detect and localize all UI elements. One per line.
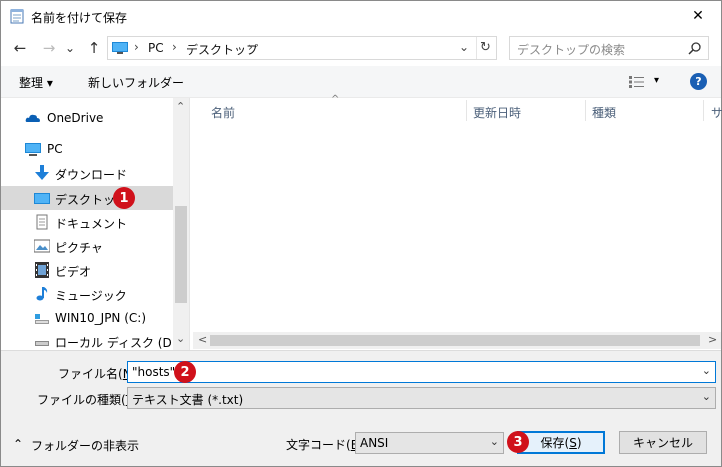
sidebar-item-label: ミュージック [55, 289, 127, 303]
video-icon [35, 262, 49, 278]
scroll-right-icon[interactable]: > [708, 333, 717, 346]
filename-value: "hosts" [132, 365, 176, 379]
title-bar: 名前を付けて保存 ✕ [1, 1, 721, 31]
search-placeholder: デスクトップの検索 [517, 43, 626, 57]
cancel-button[interactable]: キャンセル [619, 431, 707, 454]
save-options-panel: ファイル名(N): "hosts" ⌄ 2 ファイルの種類(T): テキスト文書… [1, 350, 721, 466]
chevron-down-icon: ⌄ [64, 41, 76, 55]
sidebar-item-label: ビデオ [55, 265, 92, 279]
recent-locations-button[interactable]: ⌄ [63, 37, 77, 59]
sidebar-scroll-thumb[interactable] [175, 206, 187, 303]
breadcrumb-pc[interactable]: PC [148, 41, 164, 55]
chevron-up-icon: ⌃ [13, 437, 24, 451]
navigation-bar: ← → ⌄ ↑ › PC › デスクトップ › ⌄ ↻ デスクトップの検索 [1, 34, 721, 64]
back-arrow-icon: ← [13, 39, 27, 57]
sidebar-item-label: PC [47, 142, 63, 156]
filename-input[interactable]: "hosts" ⌄ [127, 361, 716, 383]
sidebar-item-desktop[interactable]: デスクトップ 1 [1, 186, 173, 210]
encoding-select[interactable]: ANSI ⌄ [355, 432, 504, 454]
drive-icon [35, 341, 49, 346]
forward-arrow-icon: → [42, 39, 56, 57]
sidebar-item-pc[interactable]: PC [1, 137, 173, 161]
navigation-pane: OneDrive PC ダウンロード デスクトップ 1 ドキュメント ピクチャ … [1, 98, 189, 350]
sidebar-item-videos[interactable]: ビデオ [1, 258, 173, 282]
sidebar-item-label: ローカル ディスク (D:) [55, 336, 181, 350]
notepad-icon [10, 9, 24, 24]
refresh-icon[interactable]: ↻ [480, 40, 491, 55]
hide-folders-label: フォルダーの非表示 [31, 439, 140, 453]
back-button[interactable]: ← [9, 37, 31, 59]
address-bar[interactable]: › PC › デスクトップ › ⌄ ↻ [107, 36, 497, 60]
save-as-dialog: 名前を付けて保存 ✕ ← → ⌄ ↑ › PC › デスクトップ › ⌄ ↻ デ… [0, 0, 722, 467]
scroll-left-icon[interactable]: < [198, 333, 207, 346]
step-badge-3: 3 [507, 431, 529, 453]
sidebar-scrollbar[interactable]: ⌃ ⌄ [173, 98, 189, 350]
sidebar-item-onedrive[interactable]: OneDrive [1, 106, 173, 130]
horizontal-scrollbar[interactable]: < > [193, 332, 721, 349]
encoding-value: ANSI [360, 436, 389, 450]
chevron-down-icon: ⌄ [489, 435, 499, 448]
command-toolbar: 整理 ▾ 新しいフォルダー ▾ ? [1, 66, 721, 98]
column-header: ^ 名前 更新日時 種類 サ [193, 94, 722, 123]
computer-icon [112, 42, 128, 54]
desktop-icon [34, 193, 50, 204]
download-arrow-icon [35, 165, 49, 180]
help-button[interactable]: ? [690, 73, 707, 90]
chevron-down-icon: ⌄ [701, 390, 711, 403]
sidebar-item-music[interactable]: ミュージック [1, 282, 173, 306]
filetype-select[interactable]: テキスト文書 (*.txt) ⌄ [127, 387, 716, 409]
save-button[interactable]: 保存(S) [517, 431, 605, 454]
document-icon [36, 214, 48, 230]
address-dropdown-icon[interactable]: ⌄ [459, 40, 469, 54]
sort-indicator-icon: ^ [331, 94, 340, 105]
search-input[interactable]: デスクトップの検索 [509, 36, 709, 60]
sidebar-item-drive-c[interactable]: WIN10_JPN (C:) [1, 306, 173, 330]
sidebar-item-downloads[interactable]: ダウンロード [1, 161, 173, 185]
up-button[interactable]: ↑ [83, 37, 105, 59]
view-options-icon[interactable] [629, 76, 645, 88]
column-name[interactable]: 名前 [211, 104, 235, 121]
forward-button[interactable]: → [38, 37, 60, 59]
file-list[interactable]: ^ 名前 更新日時 種類 サ < > [193, 94, 722, 350]
chevron-down-icon[interactable]: ⌄ [702, 364, 711, 377]
sidebar-item-label: ドキュメント [55, 217, 128, 231]
sidebar-item-documents[interactable]: ドキュメント [1, 210, 173, 234]
sidebar-item-pictures[interactable]: ピクチャ [1, 234, 173, 258]
up-arrow-icon: ↑ [87, 39, 101, 57]
breadcrumb-chevron-icon: › [172, 40, 177, 54]
new-folder-button[interactable]: 新しいフォルダー [88, 74, 184, 91]
sidebar-item-label: OneDrive [47, 111, 104, 125]
drive-icon [35, 314, 49, 324]
search-icon [688, 42, 701, 55]
filetype-value: テキスト文書 (*.txt) [132, 393, 244, 407]
sidebar-item-label: WIN10_JPN (C:) [55, 311, 147, 325]
step-badge-1: 1 [113, 187, 135, 209]
breadcrumb-chevron-icon: › [248, 40, 253, 54]
column-size[interactable]: サ [711, 104, 722, 121]
column-date-modified[interactable]: 更新日時 [473, 104, 521, 121]
cloud-icon [25, 114, 40, 122]
step-badge-2: 2 [174, 361, 196, 383]
view-dropdown-icon[interactable]: ▾ [654, 75, 659, 86]
scroll-up-icon[interactable]: ⌃ [176, 100, 185, 113]
organize-menu[interactable]: 整理 ▾ [19, 74, 53, 91]
sidebar-item-label: ダウンロード [55, 168, 128, 182]
window-title: 名前を付けて保存 [31, 11, 128, 25]
help-icon: ? [695, 75, 702, 88]
sidebar-item-label: ピクチャ [55, 241, 103, 255]
breadcrumb-chevron-icon: › [134, 40, 139, 54]
music-note-icon [36, 287, 48, 301]
close-icon: ✕ [692, 8, 704, 24]
computer-icon [25, 143, 41, 156]
horizontal-scroll-thumb[interactable] [210, 335, 700, 346]
scroll-down-icon[interactable]: ⌄ [176, 332, 185, 345]
picture-icon [34, 239, 50, 253]
column-type[interactable]: 種類 [592, 104, 616, 121]
close-button[interactable]: ✕ [681, 3, 715, 29]
